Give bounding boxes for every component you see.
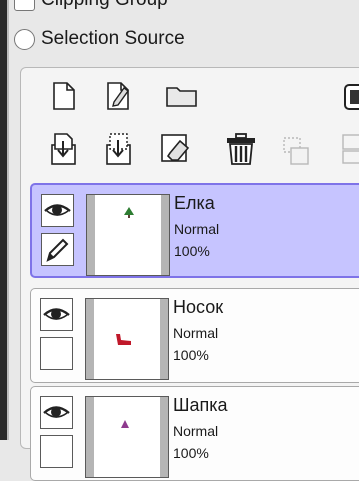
window-edge xyxy=(0,0,7,440)
merge-down-icon[interactable] xyxy=(105,133,133,165)
visibility-toggle[interactable] xyxy=(40,298,73,331)
layer-opacity: 100% xyxy=(173,445,209,461)
layer-color-icon[interactable] xyxy=(344,84,359,110)
visibility-toggle[interactable] xyxy=(41,194,74,227)
visibility-toggle[interactable] xyxy=(40,396,73,429)
delete-layer-icon[interactable] xyxy=(226,133,256,165)
layer-blend-mode: Normal xyxy=(174,221,220,237)
tree-icon xyxy=(124,207,134,218)
pen-icon xyxy=(46,238,69,262)
sock-icon xyxy=(116,334,131,345)
layer-opacity: 100% xyxy=(173,347,209,363)
new-linework-layer-icon[interactable] xyxy=(106,82,132,110)
clipping-group-checkbox[interactable] xyxy=(14,0,35,11)
combine-icon xyxy=(340,133,359,165)
clear-layer-icon[interactable] xyxy=(160,133,192,163)
layer-blend-mode: Normal xyxy=(173,325,219,341)
layer-item[interactable]: Носок Normal 100% xyxy=(30,288,359,383)
eye-icon xyxy=(43,308,70,320)
layer-thumbnail xyxy=(86,194,170,276)
layer-name: Носок xyxy=(173,297,224,317)
eye-icon xyxy=(43,406,70,418)
layer-name: Шапка xyxy=(173,395,228,415)
layer-item[interactable]: Елка Normal 100% xyxy=(30,183,359,278)
selection-source-radio[interactable] xyxy=(14,28,35,50)
transfer-down-icon[interactable] xyxy=(50,133,78,165)
clipping-group-option[interactable]: Clipping Group xyxy=(14,0,168,11)
selection-source-label: Selection Source xyxy=(41,28,185,49)
hat-icon xyxy=(121,420,129,428)
selection-source-option[interactable]: Selection Source xyxy=(14,28,185,50)
layer-blend-mode: Normal xyxy=(173,423,219,439)
lock-transparency-toggle[interactable] xyxy=(40,337,73,370)
lock-transparency-toggle[interactable] xyxy=(41,233,74,266)
layer-opacity: 100% xyxy=(174,243,210,259)
clipping-group-label: Clipping Group xyxy=(41,0,168,11)
merge-selected-icon xyxy=(282,136,310,166)
new-layer-icon[interactable] xyxy=(52,82,76,110)
layer-name: Елка xyxy=(174,193,215,213)
window-edge-highlight xyxy=(7,0,9,440)
layer-thumbnail xyxy=(85,396,169,478)
layer-item[interactable]: Шапка Normal 100% xyxy=(30,386,359,481)
eye-icon xyxy=(44,204,71,216)
layer-thumbnail xyxy=(85,298,169,380)
new-folder-icon[interactable] xyxy=(166,85,198,107)
